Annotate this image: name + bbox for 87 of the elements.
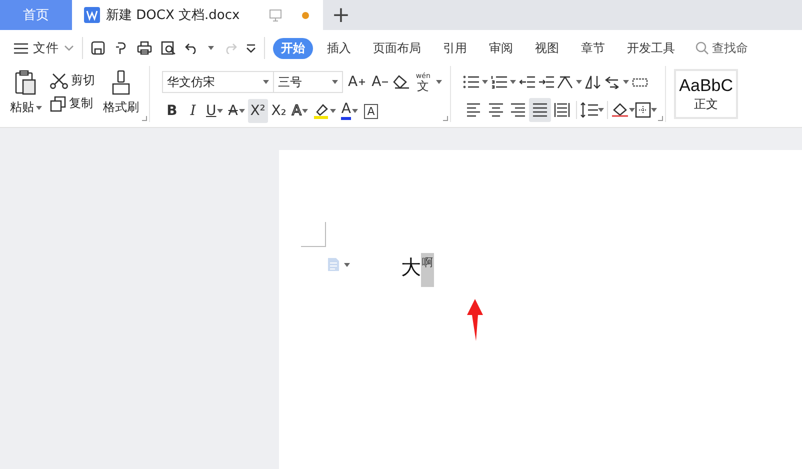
caret-icon: [482, 80, 488, 84]
print-preview-icon[interactable]: [161, 41, 176, 55]
file-menu[interactable]: 文件: [14, 40, 74, 56]
copy-icon: [50, 96, 66, 112]
bullet-list-icon[interactable]: [463, 74, 480, 88]
caret-icon: [302, 109, 308, 113]
font-name-dropdown[interactable]: 华文仿宋: [162, 71, 274, 93]
superscript-button[interactable]: X²: [248, 99, 268, 123]
font-color-button[interactable]: A: [339, 99, 360, 123]
caret-icon: [436, 80, 442, 84]
document-text: 大: [401, 254, 421, 281]
caret-icon: [217, 109, 224, 113]
caret-icon: [510, 80, 516, 84]
caret-icon: [208, 46, 214, 50]
align-distributed-icon: [554, 102, 570, 118]
paste-button[interactable]: 粘贴: [8, 70, 44, 122]
eraser-icon[interactable]: [393, 75, 410, 89]
menu-icon: [14, 42, 28, 54]
more-icon[interactable]: [246, 43, 256, 53]
copy-button[interactable]: 复制: [48, 93, 97, 114]
caret-icon: [629, 108, 636, 112]
ribbon-tab[interactable]: 插入: [319, 38, 359, 58]
shading-icon[interactable]: [611, 102, 630, 118]
caret-icon: [651, 108, 658, 112]
pointer-arrow: [466, 299, 484, 341]
line-break-icon[interactable]: [604, 74, 620, 88]
shrink-font-button[interactable]: A: [370, 70, 390, 94]
new-tab-button[interactable]: +: [323, 0, 359, 30]
ribbon-tab[interactable]: 审阅: [481, 38, 521, 58]
caret-icon: [238, 109, 245, 113]
ribbon-tab[interactable]: 开发工具: [619, 38, 683, 58]
cut-button[interactable]: 剪切: [48, 70, 97, 91]
document-tab[interactable]: 新建 DOCX 文档.docx: [72, 0, 323, 30]
italic-button[interactable]: I: [183, 99, 203, 123]
ribbon-tab[interactable]: 引用: [435, 38, 475, 58]
align-center-icon: [488, 102, 504, 118]
caret-icon: [263, 80, 269, 84]
character-border-button[interactable]: A: [360, 99, 381, 123]
caret-icon: [598, 108, 604, 112]
borders-icon[interactable]: [635, 102, 652, 118]
document-icon: [84, 7, 100, 23]
decrease-indent-icon[interactable]: [519, 74, 536, 88]
caret-icon: [576, 80, 582, 84]
dialog-launcher-icon[interactable]: [658, 116, 664, 121]
style-gallery-item[interactable]: AaBbC 正文: [674, 69, 738, 119]
chevron-down-icon: [64, 45, 74, 51]
numbered-list-icon[interactable]: [491, 74, 508, 88]
dialog-launcher-icon[interactable]: [142, 116, 147, 121]
scissors-icon: [50, 72, 68, 88]
print-icon[interactable]: [137, 41, 152, 55]
highlighter-icon: [313, 103, 330, 119]
align-right-icon: [510, 102, 526, 118]
paintbrush-icon: [111, 70, 131, 96]
margin-corner-mark: [301, 222, 326, 247]
superscript-text: 啊: [421, 253, 434, 287]
plus-icon: [358, 79, 365, 85]
format-painter-button[interactable]: 格式刷: [101, 70, 141, 122]
underline-button[interactable]: U: [204, 99, 226, 123]
caret-icon: [623, 80, 630, 84]
line-spacing-icon[interactable]: [580, 102, 598, 118]
dialog-launcher-icon[interactable]: [443, 116, 448, 121]
caret-icon: [332, 80, 338, 84]
caret-icon: [330, 109, 336, 113]
increase-indent-icon[interactable]: [538, 74, 554, 88]
align-justify-icon: [532, 102, 548, 118]
align-justify-button[interactable]: [529, 98, 552, 122]
align-left-icon: [466, 102, 482, 118]
monitor-icon: [269, 8, 282, 22]
ribbon-tab[interactable]: 章节: [573, 38, 613, 58]
caret-icon: [352, 109, 358, 113]
ribbon-tab[interactable]: 页面布局: [365, 38, 429, 58]
ribbon-tab[interactable]: 视图: [527, 38, 567, 58]
text-effect-button[interactable]: A: [290, 99, 310, 123]
grow-font-button[interactable]: A: [346, 70, 367, 94]
clipboard-icon: [15, 70, 37, 96]
sort-icon[interactable]: [585, 74, 602, 88]
subscript-button[interactable]: X₂: [268, 99, 289, 123]
caret-icon: [36, 106, 42, 110]
bold-button[interactable]: B: [162, 99, 182, 123]
strikethrough-button[interactable]: A: [226, 99, 247, 123]
search-icon: [695, 41, 709, 55]
format-icon[interactable]: [114, 41, 128, 55]
save-icon[interactable]: [91, 41, 105, 55]
search-field[interactable]: 查找命: [695, 40, 748, 56]
minus-icon: [382, 81, 388, 83]
caret-icon: [344, 262, 350, 266]
font-size-dropdown[interactable]: 三号: [273, 71, 343, 93]
